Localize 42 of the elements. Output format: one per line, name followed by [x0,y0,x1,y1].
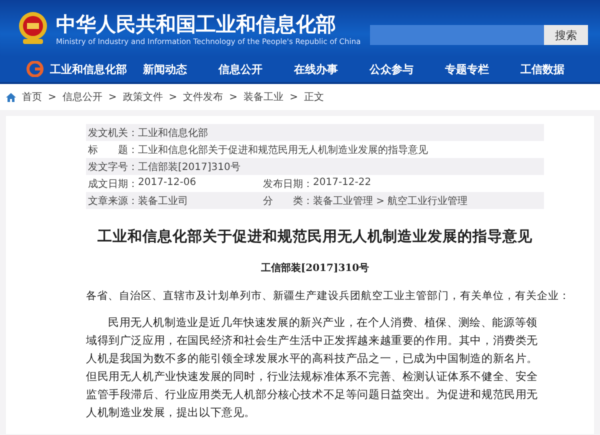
nav-item[interactable]: 新闻动态 [127,58,202,80]
search-field[interactable] [370,25,544,45]
home-icon[interactable] [6,92,16,102]
separator-text: > [168,92,178,102]
field-label: 发布日期： [263,178,313,190]
field-label: 发文字号： [88,160,138,174]
breadcrumb-link[interactable]: 正文 [304,90,324,104]
swirl-logo-icon [26,61,44,77]
separator-text: > [290,92,298,102]
field-label: 文章来源： [88,194,138,208]
nav-item[interactable]: 专题专栏 [429,58,504,80]
emblem-icon [18,11,48,45]
document-number: 工信部装[2017]310号 [260,262,370,275]
breadcrumb-link[interactable]: 政策文件 [122,90,163,104]
field-value: 工业和信息化部 [138,126,208,140]
field-value: 装备工业司 [138,194,188,208]
field-label: 发文机关： [88,126,138,140]
nav-item[interactable]: 公众参与 [354,58,429,80]
field-value: 工业和信息化部关于促进和规范民用无人机制造业发展的指导意见 [138,144,428,156]
field-value: 2017-12-22 [313,176,372,190]
nav-item[interactable]: 工业和信息化部 [50,58,127,80]
field-value: 工信部装[2017]310号 [138,160,240,174]
body-paragraph: 民用无人机制造业是近几年快速发展的新兴产业，在个人消费、植保、测绘、能源等领域得到广泛应用，在国民经济和社会生产生活中正发挥越来越重要的作用。其中，消费类无人机是我国为数不多的能引领全球发展水平的高科技产品之一，已成为中国制造的新名片。但民用无人机产业快速发展的同时，行业法规标准体系不完善、检测认证体系不健全、安全监管手段滞后、行业应用类无人机部分核心技术不足等问题日益突出。为促进和规范民用无人机制造业发展，提出以下意见。 [86,315,539,421]
search-button[interactable]: 搜索 [544,25,588,45]
separator-text: > [48,92,56,102]
breadcrumb-link[interactable]: 文件发布 [183,90,224,104]
field-value: 装备工业管理 > 航空工业行业管理 [313,194,468,208]
separator-text: > [108,92,117,102]
nav-item[interactable]: 在线办事 [278,58,354,80]
breadcrumb-link[interactable]: 首页 [22,90,42,104]
separator-text: > [229,92,238,102]
field-label: 标 题： [88,144,138,156]
document-title: 工业和信息化部关于促进和规范民用无人机制造业发展的指导意见 [96,228,534,247]
breadcrumb-link[interactable]: 信息公开 [62,90,102,104]
nav-item[interactable]: 信息公开 [202,58,278,80]
site-title: 中华人民共和国工业和信息化部 [56,10,337,36]
breadcrumb-link[interactable]: 装备工业 [244,90,284,104]
nav-item[interactable]: 工信数据 [504,58,580,80]
field-value: 2017-12-06 [138,176,196,190]
salutation-text: 各省、自治区、直辖市及计划单列市、新疆生产建设兵团航空工业主管部门，有关单位，有关企业： [86,289,570,304]
field-label: 分 类： [263,194,313,208]
field-label: 成文日期： [88,178,138,190]
